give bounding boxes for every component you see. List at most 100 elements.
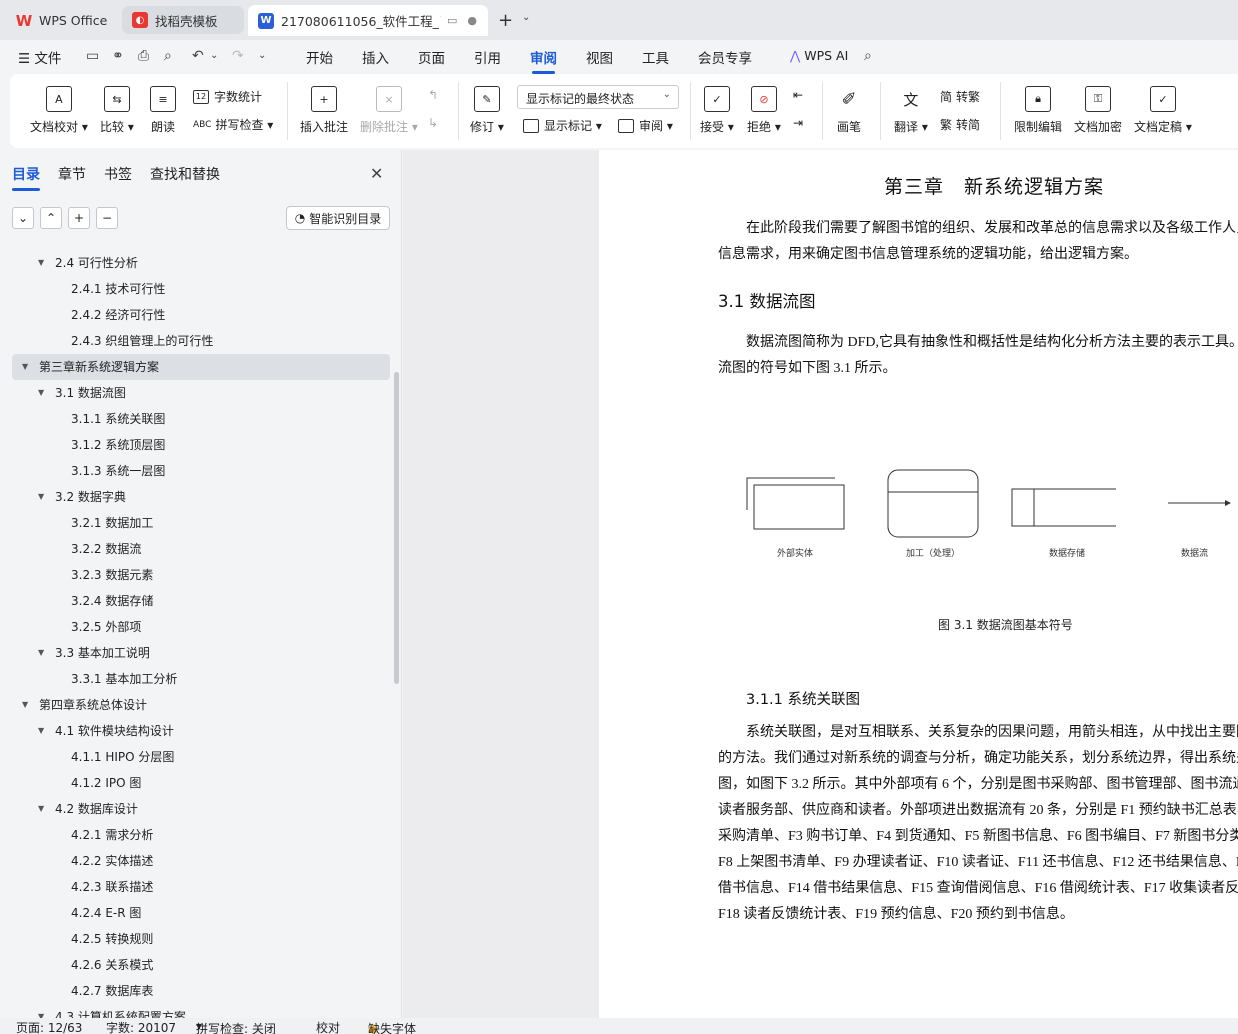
unsaved-dot-icon[interactable]: ●: [467, 14, 477, 27]
toc-item[interactable]: 3.1.3 系统一层图: [12, 458, 390, 484]
smart-toc-button[interactable]: ◔ 智能识别目录: [286, 206, 390, 230]
menu-tools[interactable]: 工具: [642, 47, 669, 67]
toc-item[interactable]: 4.1.2 IPO 图: [12, 770, 390, 796]
new-tab-icon[interactable]: +: [498, 10, 513, 31]
expand-down-button[interactable]: ⌄: [12, 207, 34, 229]
nav-scrollbar[interactable]: [394, 372, 399, 684]
menu-view[interactable]: 视图: [586, 47, 613, 67]
expand-triangle-icon[interactable]: ▼: [38, 484, 44, 510]
spell-check-button[interactable]: ABC 拼写检查 ▾: [193, 116, 273, 133]
document-page[interactable]: 第三章 新系统逻辑方案 在此阶段我们需要了解图书馆的组织、发展和改革总的信息需求…: [599, 150, 1238, 1018]
finalize-button[interactable]: ✓ 文档定稿 ▾: [1134, 86, 1192, 135]
toc-item[interactable]: ▼ 3.1 数据流图: [12, 380, 390, 406]
restrict-edit-button[interactable]: 🔒︎ 限制编辑: [1014, 86, 1062, 135]
toc-item[interactable]: 3.3.1 基本加工分析: [12, 666, 390, 692]
expand-triangle-icon[interactable]: ▼: [38, 718, 44, 744]
expand-triangle-icon[interactable]: ▼: [38, 640, 44, 666]
pen-button[interactable]: ✐ 画笔: [836, 86, 862, 135]
toc-item[interactable]: ▼ 4.2 数据库设计: [12, 796, 390, 822]
chevron-down-icon[interactable]: ⌄: [522, 12, 530, 23]
tab-chapters[interactable]: 章节: [58, 164, 86, 184]
more-chevron-icon[interactable]: ⌄: [258, 50, 266, 61]
menu-review[interactable]: 审阅: [530, 47, 557, 74]
file-menu[interactable]: ☰ 文件: [18, 47, 61, 67]
menu-reference[interactable]: 引用: [474, 47, 501, 67]
collapse-up-button[interactable]: ⌃: [40, 207, 62, 229]
toc-item[interactable]: 4.2.7 数据库表: [12, 978, 390, 1004]
prev-comment-icon[interactable]: ↰: [428, 88, 438, 102]
undo-icon[interactable]: ↶: [192, 48, 204, 64]
close-icon[interactable]: ✕: [370, 164, 383, 183]
read-aloud-button[interactable]: ≡ 朗读: [150, 86, 176, 135]
search-icon[interactable]: ⌕: [864, 48, 872, 64]
toc-item[interactable]: 4.2.3 联系描述: [12, 874, 390, 900]
link-icon[interactable]: ⚭: [112, 48, 124, 64]
review-pane-button[interactable]: 审阅 ▾: [618, 117, 673, 134]
toc-item[interactable]: 4.1.1 HIPO 分层图: [12, 744, 390, 770]
show-markup-button[interactable]: 显示标记 ▾: [523, 117, 602, 134]
remove-heading-button[interactable]: −: [96, 207, 118, 229]
toc-item[interactable]: 3.1.2 系统顶层图: [12, 432, 390, 458]
tab-toc[interactable]: 目录: [12, 164, 40, 191]
save-icon[interactable]: ▭: [86, 48, 99, 64]
toc-item[interactable]: ▼ 2.4 可行性分析: [12, 250, 390, 276]
expand-triangle-icon[interactable]: ▼: [22, 354, 28, 380]
toc-item[interactable]: 4.2.2 实体描述: [12, 848, 390, 874]
expand-triangle-icon[interactable]: ▼: [22, 692, 28, 718]
insert-comment-button[interactable]: + 插入批注: [300, 86, 348, 135]
word-count-button[interactable]: 12 字数统计: [193, 88, 262, 105]
toc-item[interactable]: 3.2.5 外部项: [12, 614, 390, 640]
redo-icon[interactable]: ↷: [232, 48, 244, 64]
markup-state-select[interactable]: 显示标记的最终状态 ⌄: [517, 85, 679, 109]
toc-item[interactable]: 3.2.4 数据存储: [12, 588, 390, 614]
proof-status[interactable]: 校对: [316, 1019, 340, 1034]
toc-item[interactable]: ▼ 第三章新系统逻辑方案: [12, 354, 390, 380]
toc-item[interactable]: ▼ 3.2 数据字典: [12, 484, 390, 510]
spell-check-status[interactable]: 拼写检查: 关闭 ▾: [196, 1019, 276, 1034]
tab-document[interactable]: W 217080611056_软件工程_肖2 ▭ ●: [248, 5, 488, 36]
toc-item[interactable]: 4.2.1 需求分析: [12, 822, 390, 848]
reject-button[interactable]: ⊘ 拒绝 ▾: [747, 86, 781, 135]
translate-button[interactable]: 文 翻译 ▾: [894, 86, 928, 135]
toc-item[interactable]: 3.1.1 系统关联图: [12, 406, 390, 432]
expand-triangle-icon[interactable]: ▼: [38, 250, 44, 276]
toc-item[interactable]: ▼ 4.1 软件模块结构设计: [12, 718, 390, 744]
expand-triangle-icon[interactable]: ▼: [38, 380, 44, 406]
next-change-icon[interactable]: ⇥: [793, 116, 803, 130]
accept-button[interactable]: ✓ 接受 ▾: [700, 86, 734, 135]
toc-item[interactable]: 4.2.4 E-R 图: [12, 900, 390, 926]
toc-item[interactable]: 2.4.2 经济可行性: [12, 302, 390, 328]
to-traditional-button[interactable]: 简转繁: [940, 88, 980, 105]
to-simplified-button[interactable]: 繁转简: [940, 116, 980, 133]
tab-wps-office[interactable]: W WPS Office: [6, 5, 118, 36]
preview-icon[interactable]: ⌕: [164, 48, 172, 64]
add-heading-button[interactable]: +: [68, 207, 90, 229]
toc-item[interactable]: 3.2.2 数据流: [12, 536, 390, 562]
tab-daoke[interactable]: ◐ 找稻壳模板: [122, 6, 244, 34]
menu-start[interactable]: 开始: [306, 47, 333, 67]
page-indicator[interactable]: 页面: 12/63: [16, 1019, 82, 1034]
toc-item[interactable]: 4.2.5 转换规则: [12, 926, 390, 952]
toc-item[interactable]: 3.2.1 数据加工: [12, 510, 390, 536]
compare-button[interactable]: ⇆ 比较 ▾: [100, 86, 134, 135]
print-icon[interactable]: ⎙: [138, 48, 149, 64]
delete-comment-button[interactable]: × 删除批注 ▾: [360, 86, 418, 135]
toc-item[interactable]: 4.2.6 关系模式: [12, 952, 390, 978]
toc-item[interactable]: ▼ 3.3 基本加工说明: [12, 640, 390, 666]
menu-member[interactable]: 会员专享: [698, 47, 752, 67]
encrypt-button[interactable]: ⚿ 文档加密: [1074, 86, 1122, 135]
toc-item[interactable]: ▼ 第四章系统总体设计: [12, 692, 390, 718]
chevron-down-icon[interactable]: ⌄: [210, 50, 218, 61]
wps-ai-button[interactable]: ⋀ WPS AI: [790, 48, 848, 63]
expand-triangle-icon[interactable]: ▼: [38, 796, 44, 822]
doc-check-button[interactable]: A 文档校对 ▾: [30, 86, 88, 135]
prev-change-icon[interactable]: ⇤: [793, 88, 803, 102]
toc-item[interactable]: 3.2.3 数据元素: [12, 562, 390, 588]
menu-insert[interactable]: 插入: [362, 47, 389, 67]
revise-button[interactable]: ✎ 修订 ▾: [470, 86, 504, 135]
next-comment-icon[interactable]: ↳: [428, 116, 438, 130]
tab-find-replace[interactable]: 查找和替换: [150, 164, 220, 184]
toc-item[interactable]: 2.4.3 织组管理上的可行性: [12, 328, 390, 354]
toc-item[interactable]: 2.4.1 技术可行性: [12, 276, 390, 302]
word-count-indicator[interactable]: 字数: 20107: [106, 1019, 176, 1034]
